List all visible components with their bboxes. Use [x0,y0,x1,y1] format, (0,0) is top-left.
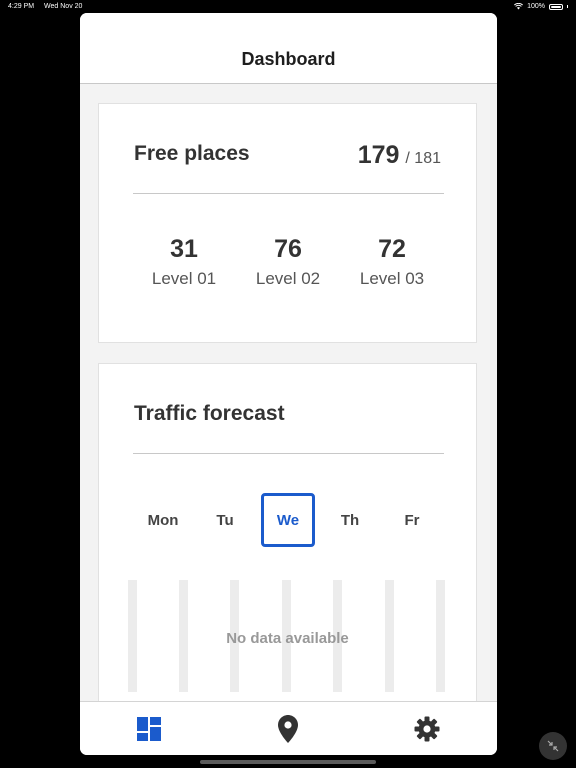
level-02-stat: 76 Level 02 [238,234,338,289]
no-data-message: No data available [226,630,349,647]
free-places-title: Free places [134,142,250,165]
wifi-icon [514,3,524,10]
navigation-bar: Dashboard [80,13,497,84]
status-right: 100% [514,3,568,10]
dashboard-content[interactable]: Free places 179 / 181 31 Level 01 76 Leve… [80,84,497,701]
traffic-forecast-divider [133,453,444,454]
status-date: Wed Nov 20 [44,3,83,10]
day-button-th[interactable]: Th [323,493,377,547]
level-label: Level 01 [151,269,217,288]
day-button-we[interactable]: We [261,493,315,547]
level-count: 72 [378,235,406,263]
traffic-forecast-card: Traffic forecast Mon Tu We Th Fr No data… [98,363,477,701]
tab-settings[interactable] [410,712,444,746]
dashboard-sheet: Dashboard Free places 179 / 181 31 Level … [80,13,497,755]
page-title: Dashboard [241,49,336,69]
tab-dashboard[interactable] [132,712,166,746]
status-bar: 4:29 PM Wed Nov 20 100% [0,0,576,14]
battery-tip [567,5,568,8]
tab-bar [80,701,497,755]
level-count: 31 [170,235,198,263]
status-left: 4:29 PM Wed Nov 20 [8,3,90,10]
level-label: Level 03 [359,269,425,288]
free-places-count: 179 / 181 [358,141,441,170]
traffic-forecast-title: Traffic forecast [134,402,285,425]
level-count: 76 [274,235,302,263]
dashboard-icon [137,717,161,741]
day-button-fr[interactable]: Fr [385,493,439,547]
free-places-available: 179 [357,141,400,169]
gear-icon [414,716,440,742]
level-01-stat: 31 Level 01 [134,234,234,289]
status-time: 4:29 PM [8,3,35,10]
level-label: Level 02 [255,269,321,288]
level-03-stat: 72 Level 03 [342,234,442,289]
battery-percent: 100% [527,3,545,10]
tab-location[interactable] [271,712,305,746]
location-pin-icon [278,715,298,743]
collapse-arrows-icon [547,740,559,752]
free-places-total: / 181 [405,150,441,167]
home-indicator[interactable] [200,760,376,764]
day-button-mon[interactable]: Mon [136,493,190,547]
day-button-tu[interactable]: Tu [198,493,252,547]
free-places-card: Free places 179 / 181 31 Level 01 76 Leve… [98,103,477,343]
free-places-divider [133,193,444,194]
battery-icon [549,3,563,10]
collapse-button[interactable] [539,732,567,760]
